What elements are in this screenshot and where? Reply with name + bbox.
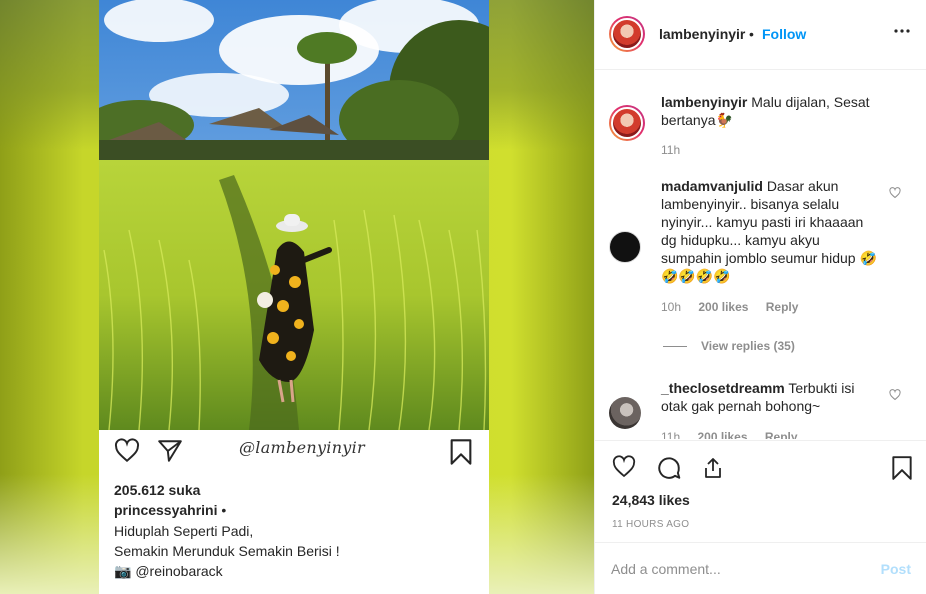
post-media[interactable]: @lambenyinyir 205.612 suka princessyahri…: [0, 0, 594, 594]
rice-field-photo: [99, 0, 489, 430]
action-bar: [595, 440, 926, 490]
header-username[interactable]: lambenyinyir: [659, 26, 745, 42]
view-replies-button[interactable]: View replies (35): [663, 339, 795, 353]
watermark: @lambenyinyir: [239, 438, 366, 457]
comment-username[interactable]: madamvanjulid: [661, 178, 763, 194]
avatar[interactable]: [609, 105, 645, 141]
comment-time[interactable]: 11h: [661, 430, 680, 439]
separator-dot: •: [749, 26, 754, 42]
post-button[interactable]: Post: [881, 561, 911, 577]
comment-time[interactable]: 10h: [661, 300, 681, 314]
avatar[interactable]: [609, 231, 641, 263]
heart-icon: [114, 438, 140, 463]
avatar[interactable]: [609, 16, 645, 52]
avatar[interactable]: [609, 397, 641, 429]
heart-icon[interactable]: [611, 455, 637, 479]
more-horizontal-icon[interactable]: [893, 22, 911, 40]
post-header: lambenyinyir • Follow: [595, 0, 926, 70]
divider: [663, 346, 687, 348]
comment-likes[interactable]: 200 likes: [698, 300, 748, 314]
like-count[interactable]: 24,843 likes: [612, 492, 690, 508]
heart-icon[interactable]: [889, 187, 901, 199]
share-icon: [158, 440, 182, 462]
comment-meta: 11h 200 likes Reply: [661, 430, 798, 439]
heart-icon[interactable]: [889, 389, 901, 401]
repost-username: princessyahrini •: [114, 502, 227, 518]
comment-input[interactable]: [611, 557, 861, 581]
post-timestamp[interactable]: 11 HOURS AGO: [612, 519, 689, 530]
repost-action-bar: @lambenyinyir: [99, 430, 489, 480]
follow-button[interactable]: Follow: [762, 26, 806, 42]
reply-button[interactable]: Reply: [765, 430, 798, 439]
share-icon[interactable]: [701, 455, 725, 481]
comment-likes[interactable]: 200 likes: [697, 430, 747, 439]
comment-username[interactable]: _theclosetdreamm: [661, 380, 785, 396]
add-comment-bar: Post: [595, 542, 926, 594]
caption-time[interactable]: 11h: [661, 143, 680, 157]
comment-text: _theclosetdreamm Terbukti isi otak gak p…: [661, 379, 881, 415]
comment-icon[interactable]: [656, 455, 682, 481]
repost-caption-line: Semakin Merunduk Semakin Berisi !: [114, 543, 340, 559]
reply-button[interactable]: Reply: [766, 300, 799, 314]
bookmark-icon: [450, 439, 472, 465]
comment-meta: 10h 200 likes Reply: [661, 300, 798, 314]
caption-username[interactable]: lambenyinyir: [661, 94, 747, 110]
repost-likes: 205.612 suka: [114, 482, 201, 498]
comments-list[interactable]: lambenyinyir Malu dijalan, Sesat bertany…: [595, 71, 926, 439]
comment-text: madamvanjulid Dasar akun lambenyinyir.. …: [661, 177, 881, 285]
bookmark-icon[interactable]: [891, 455, 913, 481]
caption-text: lambenyinyir Malu dijalan, Sesat bertany…: [661, 93, 881, 129]
reposted-post-image: @lambenyinyir 205.612 suka princessyahri…: [99, 0, 489, 594]
post-side-panel: lambenyinyir • Follow lambenyinyir Malu …: [594, 0, 926, 594]
repost-caption-line: Hiduplah Seperti Padi,: [114, 523, 254, 539]
repost-caption-line: 📷 @reinobarack: [114, 563, 223, 579]
